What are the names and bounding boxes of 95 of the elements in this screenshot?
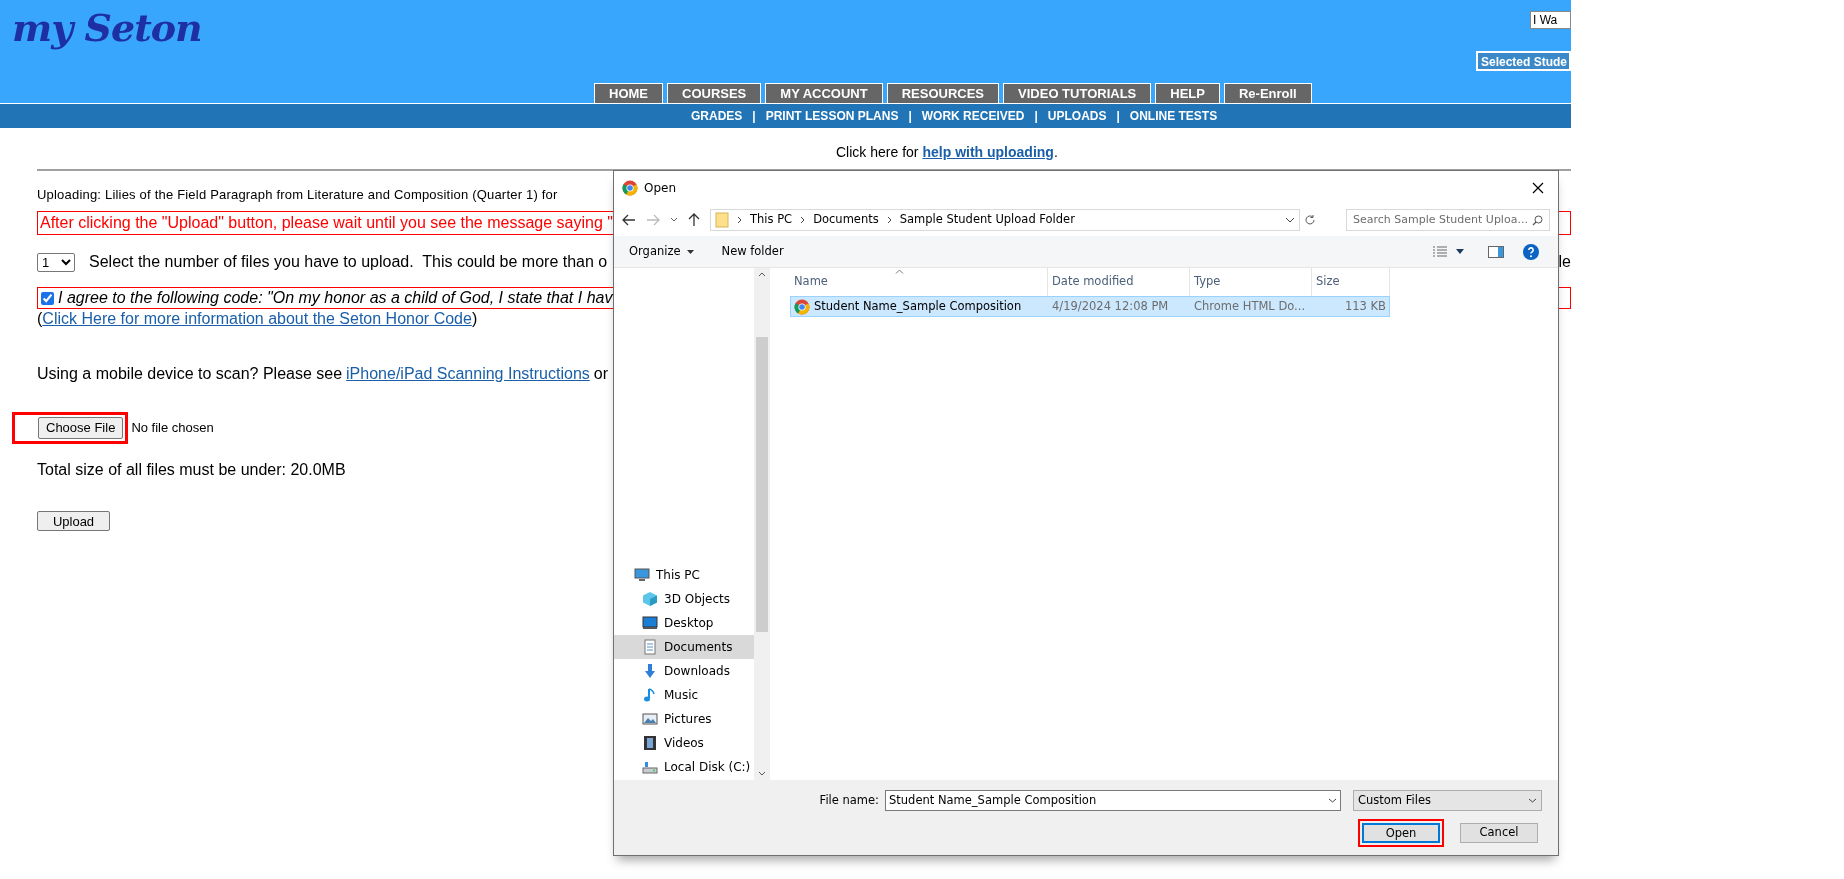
nav-tab[interactable]: VIDEO TUTORIALS — [1003, 83, 1152, 103]
breadcrumb-item[interactable]: Documents — [813, 211, 879, 229]
file-size: 113 KB — [1343, 297, 1387, 315]
breadcrumb-item[interactable]: Sample Student Upload Folder — [899, 211, 1075, 229]
nav-item[interactable]: 3D Objects — [614, 587, 754, 611]
upload-title: Uploading: Lilies of the Field Paragraph from Literature and Composition (Quarter 1) for — [37, 186, 558, 203]
paren: ( — [37, 309, 43, 329]
nav-tab[interactable]: COURSES — [667, 83, 762, 103]
mobile-text: or — [593, 364, 608, 384]
nav-tab[interactable]: Re-Enroll — [1223, 83, 1312, 103]
nav-item[interactable]: Videos — [614, 731, 754, 755]
file-status: No file chosen — [131, 419, 214, 438]
refresh-icon[interactable] — [1304, 214, 1316, 226]
chevron-icon — [1328, 798, 1337, 803]
honor-text: I agree to the following code: "On my honor as a child of God, I state that I hav — [58, 288, 613, 308]
file-type: Chrome HTML Do... — [1193, 297, 1307, 315]
file-name-field[interactable]: Student Name_Sample Composition — [885, 790, 1341, 811]
breadcrumb-item[interactable]: This PC — [750, 211, 793, 229]
scroll-up-icon[interactable] — [758, 272, 766, 277]
desktop-icon — [642, 615, 658, 631]
music-note-icon — [642, 687, 658, 703]
help-link[interactable]: help with uploading — [922, 141, 1054, 163]
size-note: Total size of all files must be under: 20.0MB — [37, 460, 347, 478]
chevron-icon[interactable] — [1285, 217, 1295, 223]
nav-item[interactable]: This PC — [614, 563, 754, 587]
warning-text: After clicking the "Upload" button, please wait until you see the message saying " — [40, 213, 613, 233]
caret-icon — [686, 249, 694, 254]
nav-tab[interactable]: HOME — [594, 83, 663, 103]
file-type-select[interactable]: Custom Files — [1353, 790, 1542, 811]
computer-icon — [634, 567, 650, 583]
disk-icon — [642, 759, 658, 775]
scanning-link[interactable]: iPhone/iPad Scanning Instructions — [346, 362, 590, 386]
document-icon — [642, 639, 658, 655]
honor-code-link[interactable]: Click Here for more information about the Seton Honor Code — [42, 307, 472, 331]
chevron-icon[interactable] — [670, 217, 678, 223]
caret-icon[interactable] — [1456, 249, 1464, 254]
dialog-title: Open — [644, 179, 677, 197]
nav-tab[interactable]: RESOURCES — [886, 83, 1000, 103]
nav-item[interactable]: Downloads — [614, 659, 754, 683]
nav-tab[interactable]: MY ACCOUNT — [765, 83, 883, 103]
separator: | — [1116, 108, 1120, 125]
lookup-field[interactable]: I Wa — [1530, 11, 1571, 29]
file-name-label: File name: — [819, 791, 879, 809]
new-folder-button[interactable]: New folder — [721, 242, 784, 261]
selected-student-button[interactable]: Selected Stude — [1475, 51, 1571, 71]
nav-item[interactable]: Pictures — [614, 707, 754, 731]
search-icon — [1532, 214, 1543, 226]
dialog-button[interactable]: Cancel — [1460, 823, 1538, 843]
logo: my Seton — [12, 4, 202, 52]
dialog-button[interactable]: Open — [1362, 823, 1440, 843]
separator: | — [908, 108, 912, 125]
chevron-icon — [1528, 798, 1537, 803]
mobile-text: Using a mobile device to scan? Please see — [37, 364, 343, 384]
nav-item[interactable]: Desktop — [614, 611, 754, 635]
honor-checkbox[interactable] — [41, 291, 54, 305]
film-icon — [642, 735, 658, 751]
nav-tab[interactable]: HELP — [1155, 83, 1220, 103]
separator: | — [1034, 108, 1038, 125]
file-count-label: le — [1558, 252, 1571, 272]
help-icon[interactable] — [1523, 243, 1539, 260]
separator: | — [752, 108, 756, 125]
scroll-down-icon[interactable] — [758, 771, 766, 776]
file-count-label: Select the number of files you have to upload. This could be more than o — [89, 252, 608, 272]
file-count-select[interactable]: 1 — [37, 252, 75, 272]
subnav-link[interactable]: ONLINE TESTS — [1129, 107, 1218, 125]
organize-button[interactable]: Organize — [629, 242, 694, 261]
preview-pane-icon[interactable] — [1488, 245, 1504, 258]
choose-file-button[interactable]: Choose File — [38, 417, 124, 439]
upload-button[interactable]: Upload — [37, 511, 110, 531]
address-bar[interactable]: This PC Documents Sample Student Upload Folder — [710, 209, 1300, 231]
file-date: 4/19/2024 12:08 PM — [1051, 297, 1170, 315]
download-icon — [642, 663, 658, 679]
close-icon[interactable] — [1532, 181, 1544, 194]
file-row[interactable]: Student Name_Sample Composition 4/19/2024 12:08 PM Chrome HTML Do... 113 KB — [790, 296, 1390, 317]
up-arrow-icon[interactable] — [688, 213, 700, 227]
subnav-link[interactable]: GRADES — [691, 107, 743, 125]
scrollbar[interactable] — [754, 268, 770, 780]
folder-icon — [715, 212, 729, 228]
picture-icon — [642, 711, 658, 727]
chrome-file-icon — [794, 298, 810, 315]
app-icon — [622, 179, 638, 196]
scrollbar-thumb[interactable] — [756, 337, 768, 632]
nav-item[interactable]: Documents — [614, 635, 754, 659]
subnav-link[interactable]: UPLOADS — [1047, 107, 1107, 125]
nav-item[interactable]: Local Disk (C:) — [614, 755, 754, 779]
help-text: Click here for — [836, 142, 919, 162]
search-field[interactable]: Search Sample Student Uploa... — [1346, 209, 1550, 231]
help-suffix: . — [1053, 142, 1058, 162]
nav-item[interactable]: Music — [614, 683, 754, 707]
back-icon[interactable] — [622, 214, 636, 226]
paren: ) — [471, 309, 478, 329]
file-name: Student Name_Sample Composition — [814, 297, 1022, 315]
subnav-link[interactable]: WORK RECEIVED — [921, 107, 1025, 125]
cube-icon — [642, 591, 658, 607]
subnav-link[interactable]: PRINT LESSON PLANS — [765, 107, 899, 125]
